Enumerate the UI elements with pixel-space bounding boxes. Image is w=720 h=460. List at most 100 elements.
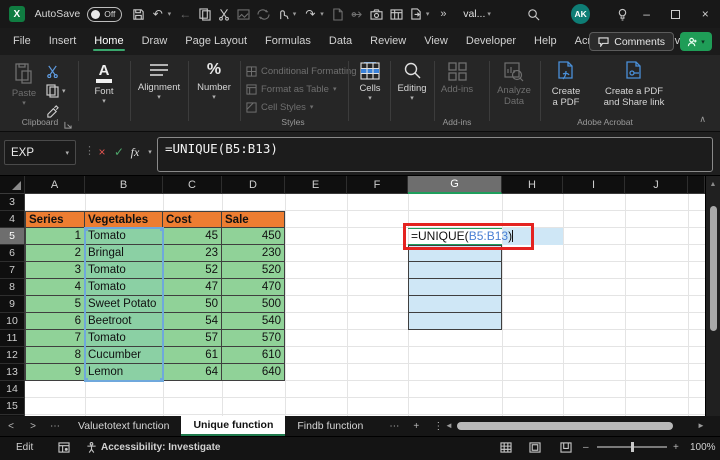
spill-cell-g9[interactable] — [408, 296, 502, 313]
macro-record-icon[interactable] — [58, 437, 70, 457]
row-header-4[interactable]: 4 — [0, 211, 25, 228]
zoom-in-button[interactable]: + — [673, 437, 679, 457]
camera-icon[interactable] — [367, 2, 387, 26]
undo-icon[interactable]: ↶ — [148, 2, 168, 26]
column-header-g-selected[interactable]: G — [408, 176, 502, 194]
cell[interactable]: 6 — [25, 313, 85, 330]
cell[interactable]: 500 — [222, 296, 285, 313]
select-all-button[interactable] — [0, 176, 25, 194]
row-header-8[interactable]: 8 — [0, 279, 25, 296]
table-tool-icon[interactable] — [387, 2, 407, 26]
row-header-7[interactable]: 7 — [0, 262, 25, 279]
row-header-9[interactable]: 9 — [0, 296, 25, 313]
cell[interactable]: 470 — [222, 279, 285, 296]
sheet-more-icon[interactable]: ⋯ — [383, 416, 405, 436]
tab-page-layout[interactable]: Page Layout — [176, 29, 256, 54]
vertical-scrollbar[interactable]: ▲ — [705, 176, 720, 416]
page-layout-view-icon[interactable] — [529, 437, 541, 457]
cell[interactable]: 1 — [25, 228, 85, 245]
cell[interactable]: 450 — [222, 228, 285, 245]
tab-view[interactable]: View — [415, 29, 457, 54]
formula-bar-chevron-icon[interactable]: ▾ — [142, 141, 158, 163]
cell[interactable]: 52 — [163, 262, 222, 279]
row-header-12[interactable]: 12 — [0, 347, 25, 364]
close-button[interactable]: × — [691, 0, 720, 28]
vertical-scrollbar-thumb[interactable] — [710, 206, 717, 331]
column-header-e[interactable]: E — [285, 176, 347, 194]
cell[interactable]: 61 — [163, 347, 222, 364]
export-icon[interactable] — [406, 2, 426, 26]
quick-access-overflow-icon[interactable]: » — [434, 2, 454, 26]
tab-developer[interactable]: Developer — [457, 29, 525, 54]
cell[interactable]: 570 — [222, 330, 285, 347]
table-header-cell[interactable]: Cost — [163, 211, 222, 228]
row-header-6[interactable]: 6 — [0, 245, 25, 262]
column-header-a[interactable]: A — [25, 176, 85, 194]
cell[interactable]: 57 — [163, 330, 222, 347]
column-header-d[interactable]: D — [222, 176, 285, 194]
tab-review[interactable]: Review — [361, 29, 415, 54]
autosave-toggle[interactable]: Off — [87, 6, 123, 22]
cell[interactable]: 7 — [25, 330, 85, 347]
scroll-up-icon[interactable]: ▲ — [706, 176, 720, 188]
tab-home[interactable]: Home — [85, 29, 132, 54]
column-header-c[interactable]: C — [163, 176, 222, 194]
editing-group-button[interactable]: Editing ▾ — [392, 62, 432, 102]
sheet-tab-findb[interactable]: Findb function — [285, 416, 375, 436]
create-pdf-button[interactable]: Create a PDF — [544, 61, 588, 108]
cell[interactable]: 64 — [163, 364, 222, 381]
spill-cell-g7[interactable] — [408, 262, 502, 279]
spill-cell-g10[interactable] — [408, 313, 502, 330]
copy-button[interactable]: ▾ — [46, 83, 66, 99]
row-header-11[interactable]: 11 — [0, 330, 25, 347]
page-break-view-icon[interactable] — [560, 437, 572, 457]
hscroll-left-icon[interactable]: ◄ — [445, 421, 453, 430]
cells-group-button[interactable]: Cells ▾ — [352, 62, 388, 102]
save-icon[interactable] — [128, 2, 148, 26]
cell[interactable]: 4 — [25, 279, 85, 296]
export-chevron-icon[interactable]: ▾ — [426, 10, 434, 18]
cell[interactable]: 47 — [163, 279, 222, 296]
sheet-list-icon[interactable]: ⋯ — [44, 416, 66, 436]
clipboard-dialog-launcher-icon[interactable] — [64, 117, 72, 133]
create-pdf-share-button[interactable]: Create a PDF and Share link — [592, 61, 676, 108]
hscroll-right-icon[interactable]: ► — [697, 421, 705, 430]
zoom-out-button[interactable]: – — [583, 437, 589, 457]
enter-button[interactable]: ✓ — [111, 141, 127, 163]
row-header-5-selected[interactable]: 5 — [0, 228, 25, 245]
normal-view-icon[interactable] — [500, 437, 512, 457]
number-group-button[interactable]: % Number ▾ — [190, 61, 238, 101]
tab-file[interactable]: File — [4, 29, 40, 54]
column-header-b[interactable]: B — [85, 176, 163, 194]
cell[interactable]: 540 — [222, 313, 285, 330]
cancel-button[interactable]: × — [94, 141, 110, 163]
tab-help[interactable]: Help — [525, 29, 566, 54]
tab-draw[interactable]: Draw — [133, 29, 177, 54]
cell[interactable]: 5 — [25, 296, 85, 313]
sheet-nav-right-icon[interactable]: > — [22, 416, 44, 436]
search-icon[interactable] — [523, 2, 543, 26]
sheet-tab-valuetotext[interactable]: Valuetotext function — [66, 416, 181, 436]
avatar[interactable]: AK — [570, 4, 591, 24]
cell[interactable]: 50 — [163, 296, 222, 313]
spill-cell-g8[interactable] — [408, 279, 502, 296]
tab-data[interactable]: Data — [320, 29, 361, 54]
cell[interactable]: 230 — [222, 245, 285, 262]
alignment-group-button[interactable]: Alignment ▾ — [132, 63, 186, 101]
cell[interactable]: 23 — [163, 245, 222, 262]
minimize-button[interactable]: – — [632, 0, 661, 28]
excel-app-icon[interactable]: X — [9, 6, 25, 22]
sheet-tab-unique-active[interactable]: Unique function — [181, 416, 286, 436]
column-header-f[interactable]: F — [347, 176, 408, 194]
horizontal-scrollbar-thumb[interactable] — [457, 422, 673, 430]
sheet-nav-left-icon[interactable]: < — [0, 416, 22, 436]
cell[interactable]: 2 — [25, 245, 85, 262]
maximize-button[interactable] — [661, 0, 690, 28]
new-sheet-button[interactable]: + — [405, 416, 427, 436]
redo-chevron-icon[interactable]: ▾ — [320, 10, 328, 18]
workbook-name[interactable]: val... — [463, 8, 485, 20]
table-header-cell[interactable]: Series — [25, 211, 85, 228]
redo-icon[interactable]: ↷ — [301, 2, 321, 26]
cell[interactable]: 640 — [222, 364, 285, 381]
copy-icon[interactable] — [195, 2, 215, 26]
